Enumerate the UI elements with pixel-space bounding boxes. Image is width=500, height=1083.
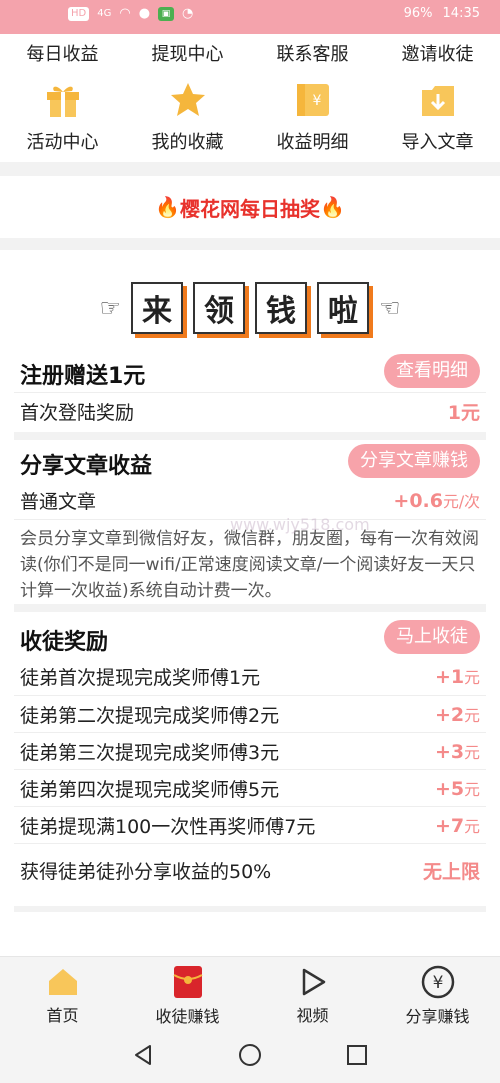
banner-tile: 来 bbox=[131, 282, 183, 334]
person-icon: ● bbox=[138, 6, 151, 21]
tab-label: 首页 bbox=[46, 1006, 79, 1025]
icon-link-label: 导入文章 bbox=[401, 132, 474, 153]
row-label: 首次登陆奖励 bbox=[20, 401, 135, 424]
row-value: +2元 bbox=[435, 703, 480, 726]
register-bonus-card: 注册赠送1元 查看明细 首次登陆奖励 1元 bbox=[14, 352, 486, 429]
icon-link-label: 我的收藏 bbox=[151, 132, 224, 153]
row-label: 获得徒弟徒孙分享收益的50% bbox=[20, 861, 272, 883]
daily-lottery-link[interactable]: 🔥 樱花网每日抽奖 🔥 bbox=[0, 176, 500, 238]
tab-label: 收徒赚钱 bbox=[155, 1007, 220, 1026]
apprentice-reward-title: 收徒奖励 bbox=[20, 630, 109, 655]
come-get-money-banner: ☞ 来 领 钱 啦 ☜ bbox=[0, 270, 500, 346]
system-navigation-bar bbox=[0, 1026, 500, 1083]
row-value: +3元 bbox=[435, 740, 480, 763]
section-divider bbox=[14, 432, 486, 440]
network-icon: 4G bbox=[97, 8, 112, 19]
wifi-icon: ◠ bbox=[119, 6, 131, 21]
top-link-withdraw-center[interactable]: 提现中心 bbox=[125, 38, 250, 78]
table-row: 徒弟第三次提现完成奖师傅3元 +3元 bbox=[14, 732, 486, 769]
back-icon[interactable] bbox=[132, 1044, 154, 1066]
list-item: 首次登陆奖励 1元 bbox=[14, 392, 486, 429]
home-icon bbox=[46, 965, 80, 998]
top-link-daily-earnings[interactable]: 每日收益 bbox=[0, 38, 125, 78]
section-divider bbox=[14, 604, 486, 612]
fire-icon: 🔥 bbox=[320, 195, 345, 219]
gift-icon bbox=[46, 86, 79, 117]
alarm-icon: ◔ bbox=[182, 6, 194, 21]
view-details-button[interactable]: 查看明细 bbox=[384, 354, 480, 388]
banner-tile: 啦 bbox=[317, 282, 369, 334]
top-link-contact-service[interactable]: 联系客服 bbox=[250, 38, 375, 78]
row-value: +5元 bbox=[435, 777, 480, 800]
bottom-tab-bar: 首页 收徒赚钱 视频 ¥ 分享赚钱 bbox=[0, 956, 500, 1026]
play-icon bbox=[296, 965, 330, 998]
clock: 14:35 bbox=[442, 6, 480, 21]
apprentice-reward-card: 收徒奖励 马上收徒 徒弟首次提现完成奖师傅1元 +1元 徒弟第二次提现完成奖师傅… bbox=[14, 618, 486, 897]
row-value: +1元 bbox=[435, 666, 480, 688]
register-bonus-title: 注册赠送1元 bbox=[20, 364, 146, 389]
tab-recruit-earn[interactable]: 收徒赚钱 bbox=[125, 957, 250, 1026]
recents-icon[interactable] bbox=[346, 1044, 368, 1066]
banner-tile: 钱 bbox=[255, 282, 307, 334]
top-link-invite[interactable]: 邀请收徒 bbox=[375, 38, 500, 78]
icon-link-favorites[interactable]: 我的收藏 bbox=[125, 78, 250, 160]
row-value: +7元 bbox=[435, 814, 480, 837]
banner-tile: 领 bbox=[193, 282, 245, 334]
icon-link-earnings-detail[interactable]: ¥ 收益明细 bbox=[250, 78, 375, 160]
star-icon bbox=[170, 83, 205, 116]
row-label: 徒弟第二次提现完成奖师傅2元 bbox=[20, 704, 280, 727]
table-row: 徒弟提现满100一次性再奖师傅7元 +7元 bbox=[14, 806, 486, 843]
row-label: 徒弟首次提现完成奖师傅1元 bbox=[20, 667, 261, 689]
icon-link-label: 活动中心 bbox=[26, 132, 99, 153]
row-value: 无上限 bbox=[422, 861, 480, 883]
row-value: +0.6元/次 bbox=[393, 490, 480, 512]
yen-icon: ¥ bbox=[421, 965, 455, 999]
daily-lottery-text: 樱花网每日抽奖 bbox=[180, 196, 320, 221]
table-row: 徒弟第四次提现完成奖师傅5元 +5元 bbox=[14, 769, 486, 806]
red-envelope-icon bbox=[171, 965, 205, 999]
row-label: 徒弟提现满100一次性再奖师傅7元 bbox=[20, 815, 316, 838]
row-label: 徒弟第三次提现完成奖师傅3元 bbox=[20, 741, 280, 764]
table-row: 徒弟首次提现完成奖师傅1元 +1元 bbox=[14, 658, 486, 695]
share-article-button[interactable]: 分享文章赚钱 bbox=[348, 444, 480, 478]
ticket-icon: ¥ bbox=[296, 84, 329, 116]
hd-icon: HD bbox=[68, 6, 90, 21]
tab-label: 分享赚钱 bbox=[405, 1007, 470, 1026]
pointing-hand-right-icon: ☞ bbox=[99, 294, 121, 322]
icon-link-activity-center[interactable]: 活动中心 bbox=[0, 78, 125, 160]
watermark: www.wjy518.com bbox=[230, 515, 370, 534]
tab-home[interactable]: 首页 bbox=[0, 957, 125, 1026]
section-divider bbox=[0, 238, 500, 250]
row-label: 普通文章 bbox=[20, 491, 97, 513]
section-divider bbox=[14, 906, 486, 912]
status-left-icons: HD 4G ◠ ● ▣ ◔ bbox=[68, 6, 193, 21]
app-icon: ▣ bbox=[158, 6, 175, 21]
svg-text:¥: ¥ bbox=[312, 93, 321, 109]
svg-text:¥: ¥ bbox=[432, 973, 443, 993]
table-row: 徒弟第二次提现完成奖师傅2元 +2元 bbox=[14, 695, 486, 732]
share-earnings-title: 分享文章收益 bbox=[20, 454, 153, 479]
recruit-now-button[interactable]: 马上收徒 bbox=[384, 620, 480, 654]
tab-share-earn[interactable]: ¥ 分享赚钱 bbox=[375, 957, 500, 1026]
fire-icon: 🔥 bbox=[155, 195, 180, 219]
import-icon bbox=[421, 86, 454, 116]
row-label: 徒弟第四次提现完成奖师傅5元 bbox=[20, 778, 280, 801]
icon-link-import-article[interactable]: 导入文章 bbox=[375, 78, 500, 160]
top-links: 每日收益 提现中心 联系客服 邀请收徒 bbox=[0, 38, 500, 78]
status-bar: HD 4G ◠ ● ▣ ◔ 96% 14:35 bbox=[0, 0, 500, 34]
list-item: 普通文章 +0.6元/次 bbox=[14, 482, 486, 519]
section-divider bbox=[0, 162, 500, 176]
tab-label: 视频 bbox=[296, 1006, 329, 1025]
icon-link-label: 收益明细 bbox=[276, 132, 349, 153]
tab-video[interactable]: 视频 bbox=[250, 957, 375, 1026]
pointing-hand-left-icon: ☜ bbox=[379, 294, 401, 322]
icon-links: 活动中心 我的收藏 ¥ 收益明细 导入文章 bbox=[0, 78, 500, 160]
row-value: 1元 bbox=[447, 401, 480, 424]
battery-level: 96% bbox=[403, 6, 433, 21]
home-circle-icon[interactable] bbox=[238, 1043, 262, 1067]
table-row: 获得徒弟徒孙分享收益的50% 无上限 bbox=[14, 843, 486, 897]
